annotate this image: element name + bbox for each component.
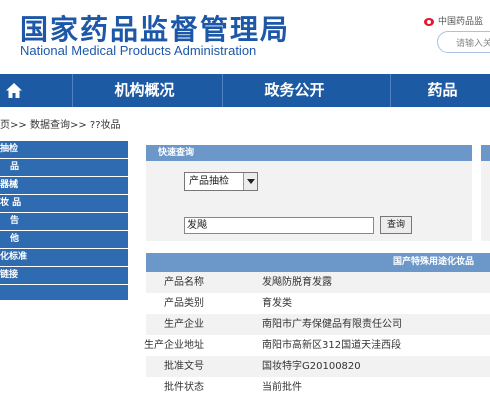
- sidebar-item-devices[interactable]: 器械: [0, 177, 128, 195]
- table-row: 产品名称 发飚防脱育发露: [146, 272, 490, 293]
- table-row: 生产企业地址 南阳市高新区312国道天洼西段: [144, 335, 490, 356]
- row-value: 南阳市高新区312国道天洼西段: [262, 340, 402, 351]
- sidebar-item-label: 品: [10, 162, 20, 172]
- sidebar-item-label: 链接: [0, 270, 19, 280]
- row-label: 生产企业: [164, 319, 204, 330]
- sidebar-item-label: 妆 品: [0, 198, 22, 208]
- sidebar-item-drugs[interactable]: 品: [0, 159, 128, 177]
- nav-item-government-affairs[interactable]: 政务公开: [222, 74, 366, 107]
- table-row: 批准文号 国妆特字G20100820: [146, 356, 490, 377]
- sidebar: 抽检 品 器械 妆 品 告 他 化标准 链接: [0, 141, 128, 301]
- weibo-link-label: 中国药品监: [438, 17, 484, 27]
- site-logo-english: National Medical Products Administration: [20, 43, 257, 58]
- row-label: 批准文号: [164, 361, 204, 372]
- row-value: 南阳市广寿保健品有限责任公司: [262, 319, 402, 330]
- row-label: 生产企业地址: [144, 340, 204, 351]
- site-logo-chinese[interactable]: 国家药品监督管理局: [20, 8, 290, 48]
- row-label: 产品名称: [164, 277, 204, 288]
- sidebar-item-label: 他: [10, 234, 20, 244]
- query-button[interactable]: 查询: [380, 216, 412, 234]
- main-nav: 机构概况 政务公开 药品: [0, 74, 490, 107]
- site-search-input[interactable]: 请输入关: [437, 31, 490, 53]
- row-label: 产品类别: [164, 298, 204, 309]
- table-row: 产品类别 育发类: [146, 293, 490, 314]
- result-title: 国产特殊用途化妆品: [146, 253, 490, 272]
- breadcrumb-separator: >>: [69, 120, 87, 131]
- sidebar-item-blank: [0, 285, 128, 301]
- breadcrumb-home[interactable]: 页: [0, 120, 10, 131]
- category-select-value: 产品抽检: [189, 176, 229, 187]
- table-row: 生产企业 南阳市广寿保健品有限责任公司: [146, 314, 490, 335]
- breadcrumb-data-query[interactable]: 数据查询: [30, 120, 70, 131]
- sidebar-item-cosmetics[interactable]: 妆 品: [0, 195, 128, 213]
- weibo-icon: [424, 16, 436, 26]
- sidebar-item-other[interactable]: 他: [0, 231, 128, 249]
- row-value: 当前批件: [262, 382, 302, 393]
- weibo-link[interactable]: 中国药品监: [424, 14, 483, 27]
- table-row: 批件状态 当前批件: [146, 377, 490, 398]
- right-panel-edge: [481, 145, 490, 241]
- nav-item-institution[interactable]: 机构概况: [72, 74, 216, 107]
- nav-item-drugs[interactable]: 药品: [390, 74, 490, 107]
- sidebar-item-label: 抽检: [0, 144, 19, 154]
- sidebar-item-label: 化标准: [0, 252, 28, 262]
- row-value: 育发类: [262, 298, 292, 309]
- sidebar-item-label: 告: [10, 216, 20, 226]
- category-select[interactable]: 产品抽检: [184, 172, 258, 191]
- row-value: 国妆特字G20100820: [262, 361, 361, 372]
- sidebar-item-sampling[interactable]: 抽检: [0, 141, 128, 159]
- sidebar-item-standards[interactable]: 化标准: [0, 249, 128, 267]
- sidebar-item-label: 器械: [0, 180, 19, 190]
- breadcrumb-separator: >>: [10, 120, 27, 131]
- breadcrumb-cosmetics: ??妆品: [89, 120, 121, 131]
- sidebar-item-announcements[interactable]: 告: [0, 213, 128, 231]
- row-label: 批件状态: [164, 382, 204, 393]
- site-header: 国家药品监督管理局 National Medical Products Admi…: [0, 0, 490, 74]
- row-value: 发飚防脱育发露: [262, 277, 332, 288]
- quick-query-title: 快速查询: [146, 145, 472, 161]
- home-icon[interactable]: [0, 74, 40, 107]
- sidebar-item-links[interactable]: 链接: [0, 267, 128, 285]
- breadcrumb: 页>> 数据查询>> ??妆品: [0, 116, 121, 132]
- query-input[interactable]: 发飚: [184, 217, 374, 234]
- chevron-down-icon[interactable]: [243, 173, 257, 190]
